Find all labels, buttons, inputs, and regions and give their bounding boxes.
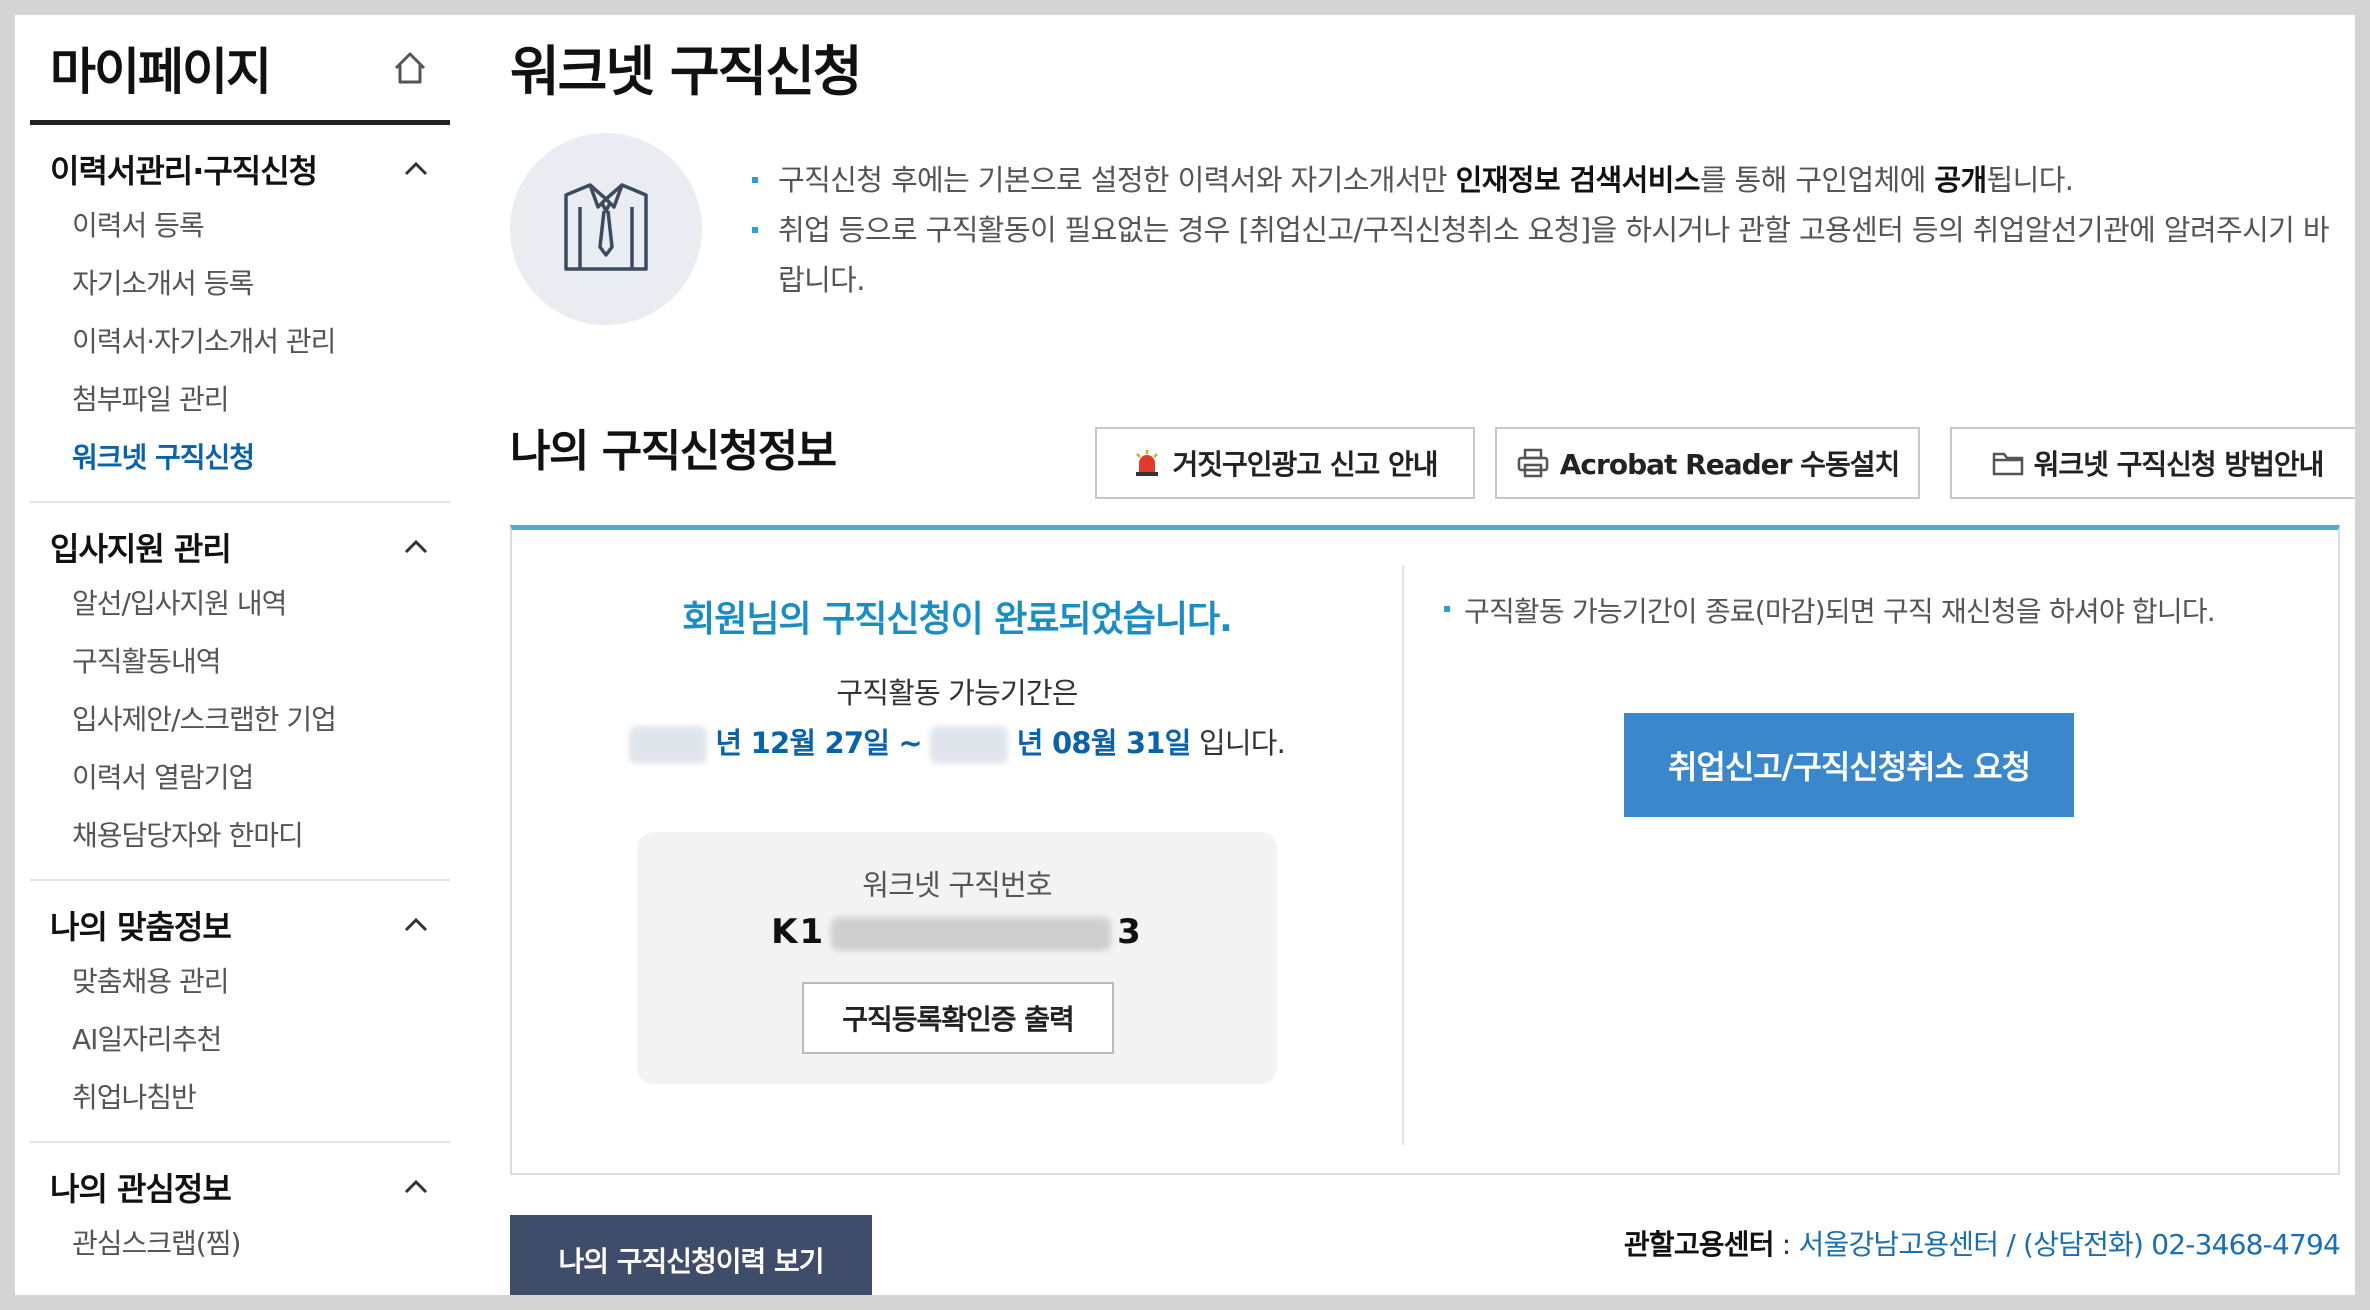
sidebar-group-title: 나의 관심정보 <box>50 1170 232 1208</box>
siren-icon <box>1132 448 1162 478</box>
shirt-icon <box>558 177 654 281</box>
panel-divider <box>1402 565 1404 1145</box>
sidebar-item-resume-viewers[interactable]: 이력서 열람기업 <box>30 749 450 807</box>
redacted-year <box>628 726 707 764</box>
sidebar-item-attachments[interactable]: 첨부파일 관리 <box>30 371 450 429</box>
sidebar-group-header[interactable]: 입사지원 관리 <box>30 517 450 575</box>
acrobat-install-button[interactable]: Acrobat Reader 수동설치 <box>1495 427 1920 499</box>
sidebar-item-job-activity[interactable]: 구직활동내역 <box>30 633 450 691</box>
period-suffix: 입니다. <box>1190 726 1286 760</box>
sidebar-item-custom-jobs[interactable]: 맞춤채용 관리 <box>30 953 450 1011</box>
sidebar-group-application: 입사지원 관리 알선/입사지원 내역 구직활동내역 입사제안/스크랩한 기업 이… <box>30 503 450 881</box>
sidebar-item-worknet-apply[interactable]: 워크넷 구직신청 <box>30 429 450 487</box>
redacted-number <box>831 916 1112 951</box>
period-label: 구직활동 가능기간은 <box>836 676 1078 710</box>
sidebar-title: 마이페이지 <box>50 42 272 101</box>
intro-note-cancel: 취업 등으로 구직활동이 필요없는 경우 [취업신고/구직신청취소 요청]을 하… <box>750 205 2340 305</box>
folder-icon <box>1992 449 2024 477</box>
sidebar-item-resume-register[interactable]: 이력서 등록 <box>30 197 450 255</box>
intro-notes: 구직신청 후에는 기본으로 설정한 이력서와 자기소개서만 인재정보 검색서비스… <box>750 155 2340 305</box>
sidebar-item-interest-scrap[interactable]: 관심스크랩(찜) <box>30 1215 450 1273</box>
sidebar-group-resume: 이력서관리·구직신청 이력서 등록 자기소개서 등록 이력서·자기소개서 관리 … <box>30 125 450 503</box>
intro-note-public: 구직신청 후에는 기본으로 설정한 이력서와 자기소개서만 인재정보 검색서비스… <box>750 155 2340 205</box>
job-number-value: K1 3 <box>771 912 1143 952</box>
section-title: 나의 구직신청정보 <box>510 426 837 477</box>
fake-ad-report-button[interactable]: 거짓구인광고 신고 안내 <box>1095 427 1475 499</box>
center-label: 관할고용센터 <box>1623 1228 1775 1261</box>
sidebar-item-resume-manage[interactable]: 이력서·자기소개서 관리 <box>30 313 450 371</box>
main-content: 워크넷 구직신청 구직신청 후에는 기본으로 설정한 이력서와 자기소개서만 인… <box>510 15 2355 1295</box>
application-history-button[interactable]: 나의 구직신청이력 보기 <box>510 1215 872 1295</box>
job-number-card: 워크넷 구직번호 K1 3 구직등록확인증 출력 <box>637 832 1277 1084</box>
sidebar-item-offers-scraps[interactable]: 입사제안/스크랩한 기업 <box>30 691 450 749</box>
redacted-year <box>930 726 1009 764</box>
page-frame: 마이페이지 이력서관리·구직신청 이력서 등록 자기소개서 등록 이력서·자기소… <box>15 15 2355 1295</box>
period-start: 년 12월 27일 ~ <box>715 726 922 760</box>
home-icon[interactable] <box>390 48 430 88</box>
sidebar-group-header[interactable]: 이력서관리·구직신청 <box>30 139 450 197</box>
sidebar-group-custom: 나의 맞춤정보 맞춤채용 관리 AI일자리추천 취업나침반 <box>30 881 450 1143</box>
employment-center-info: 관할고용센터 : 서울강남고용센터 / (상담전화) 02-3468-4794 <box>1623 1228 2341 1261</box>
cancel-request-button[interactable]: 취업신고/구직신청취소 요청 <box>1624 713 2074 817</box>
sidebar-item-recruiter-chat[interactable]: 채용담당자와 한마디 <box>30 807 450 865</box>
sidebar-group-header[interactable]: 나의 맞춤정보 <box>30 895 450 953</box>
sidebar-group-title: 이력서관리·구직신청 <box>50 152 318 190</box>
chevron-up-icon[interactable] <box>402 1177 430 1197</box>
print-certificate-button[interactable]: 구직등록확인증 출력 <box>802 982 1114 1054</box>
application-status-panel: 회원님의 구직신청이 완료되었습니다. 구직활동 가능기간은 년 12월 27일… <box>510 525 2340 1175</box>
sidebar-item-career-compass[interactable]: 취업나침반 <box>30 1069 450 1127</box>
sidebar-item-referral-history[interactable]: 알선/입사지원 내역 <box>30 575 450 633</box>
center-contact-link[interactable]: 서울강남고용센터 / (상담전화) 02-3468-4794 <box>1799 1228 2341 1261</box>
sidebar-group-header[interactable]: 나의 관심정보 <box>30 1157 450 1215</box>
sidebar-header: 마이페이지 <box>30 15 450 125</box>
reapply-note: 구직활동 가능기간이 종료(마감)되면 구직 재신청을 하셔야 합니다. <box>1442 590 2216 630</box>
sidebar-group-title: 입사지원 관리 <box>50 530 232 568</box>
sidebar-item-cover-letter-register[interactable]: 자기소개서 등록 <box>30 255 450 313</box>
shirt-icon-circle <box>510 133 702 325</box>
completion-message: 회원님의 구직신청이 완료되었습니다. <box>682 599 1233 640</box>
chevron-up-icon[interactable] <box>402 537 430 557</box>
page-title: 워크넷 구직신청 <box>510 40 863 103</box>
chevron-up-icon[interactable] <box>402 159 430 179</box>
printer-icon <box>1516 447 1550 479</box>
sidebar-group-title: 나의 맞춤정보 <box>50 908 232 946</box>
period-end: 년 08월 31일 <box>1016 726 1192 760</box>
sidebar-item-ai-recommend[interactable]: AI일자리추천 <box>30 1011 450 1069</box>
period-range: 년 12월 27일 ~ 년 08월 31일 입니다. <box>512 720 1402 764</box>
sidebar-group-interest: 나의 관심정보 관심스크랩(찜) <box>30 1143 450 1287</box>
job-number-label: 워크넷 구직번호 <box>862 868 1052 902</box>
chevron-up-icon[interactable] <box>402 915 430 935</box>
apply-guide-button[interactable]: 워크넷 구직신청 방법안내 <box>1950 427 2355 499</box>
sidebar: 마이페이지 이력서관리·구직신청 이력서 등록 자기소개서 등록 이력서·자기소… <box>30 15 450 1295</box>
